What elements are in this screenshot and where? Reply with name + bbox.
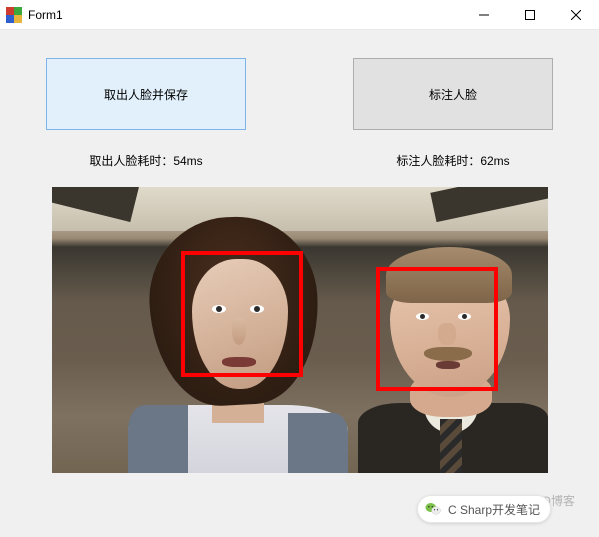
annotate-time-value: 62ms [480, 154, 509, 168]
minimize-button[interactable] [461, 0, 507, 29]
extract-time-label: 取出人脸耗时： [89, 154, 173, 168]
chat-badge[interactable]: C Sharp开发笔记 [417, 495, 551, 523]
close-icon [571, 10, 581, 20]
maximize-button[interactable] [507, 0, 553, 29]
window-controls [461, 0, 599, 29]
button-row: 取出人脸并保存 标注人脸 [46, 58, 553, 130]
face-box-1 [181, 251, 303, 377]
annotate-time-label: 标注人脸耗时： [396, 154, 480, 168]
close-button[interactable] [553, 0, 599, 29]
maximize-icon [525, 10, 535, 20]
image-preview [52, 187, 548, 473]
app-icon [6, 7, 22, 23]
client-area: 取出人脸并保存 标注人脸 取出人脸耗时：54ms 标注人脸耗时：62ms [0, 30, 599, 537]
status-row: 取出人脸耗时：54ms 标注人脸耗时：62ms [46, 152, 553, 169]
extract-time-status: 取出人脸耗时：54ms [46, 152, 246, 169]
window-title: Form1 [28, 8, 63, 22]
extract-time-value: 54ms [173, 154, 202, 168]
face-box-2 [376, 267, 498, 391]
extract-save-button[interactable]: 取出人脸并保存 [46, 58, 246, 130]
annotate-button-label: 标注人脸 [429, 86, 477, 103]
minimize-icon [479, 10, 489, 20]
annotate-button[interactable]: 标注人脸 [353, 58, 553, 130]
window-titlebar: Form1 [0, 0, 599, 30]
chat-badge-label: C Sharp开发笔记 [448, 501, 540, 518]
annotate-time-status: 标注人脸耗时：62ms [353, 152, 553, 169]
wechat-icon [424, 500, 442, 518]
extract-save-button-label: 取出人脸并保存 [104, 86, 188, 103]
